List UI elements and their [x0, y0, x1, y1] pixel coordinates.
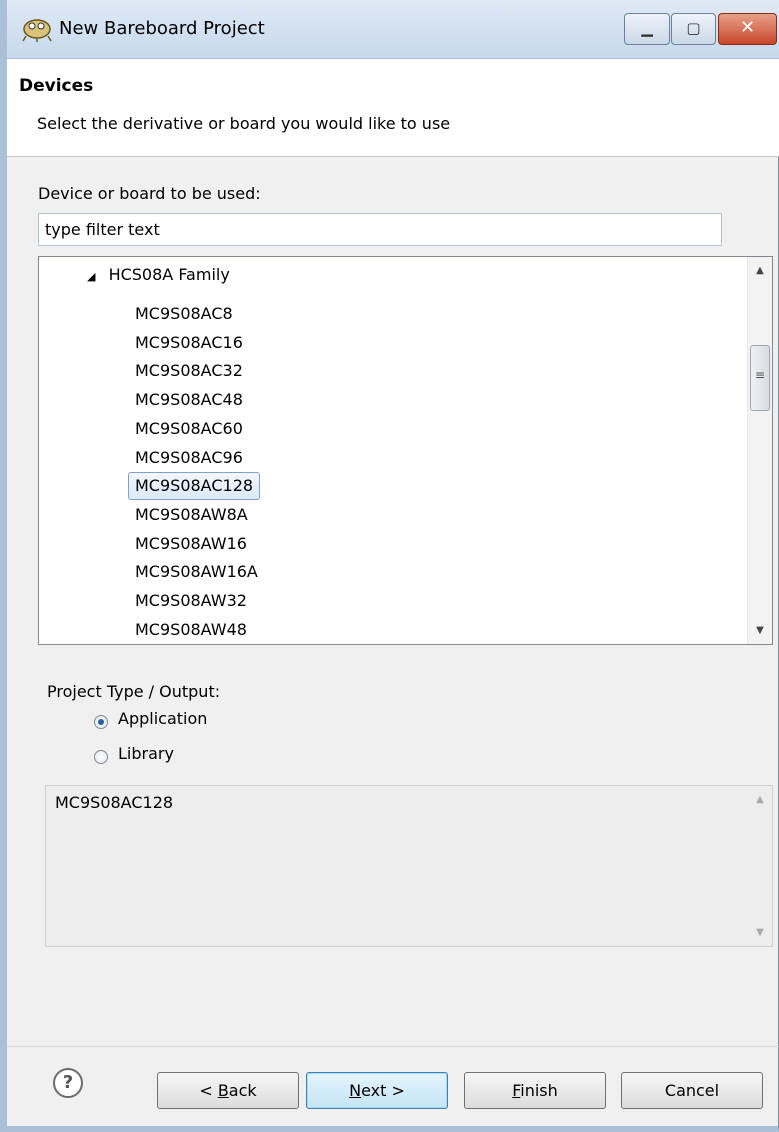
new-bareboard-project-dialog: New Bareboard Project ▁ ▢ ✕ Devices Sele…: [0, 0, 779, 1132]
back-mnemonic: B: [217, 1081, 229, 1100]
tree-item[interactable]: MC9S08AC48: [135, 386, 243, 414]
grip-icon: ≡: [754, 368, 766, 382]
description-scrollbar[interactable]: ▲ ▼: [748, 786, 772, 946]
help-icon[interactable]: ?: [53, 1068, 83, 1098]
tree-item[interactable]: MC9S08AC32: [135, 357, 243, 385]
device-tree[interactable]: ◢ HCS08A Family MC9S08AC8 MC9S08AC16 MC9S0…: [38, 256, 773, 645]
divider: [7, 1046, 779, 1047]
tree-item[interactable]: MC9S08AC16: [135, 329, 243, 357]
close-button[interactable]: ✕: [718, 13, 777, 45]
window-title: New Bareboard Project: [59, 18, 265, 39]
back-prefix: <: [199, 1081, 218, 1100]
filter-input[interactable]: [38, 213, 722, 246]
tree-family-label: HCS08A Family: [108, 265, 230, 284]
maximize-button[interactable]: ▢: [671, 13, 716, 45]
radio-application-label: Application: [118, 709, 208, 728]
page-title: Devices: [19, 76, 94, 96]
scroll-down-arrow-icon[interactable]: ▼: [748, 927, 772, 938]
next-button[interactable]: Next >: [306, 1072, 448, 1109]
device-description-text: MC9S08AC128: [55, 793, 174, 812]
tree-item[interactable]: MC9S08AW16A: [135, 558, 258, 586]
app-icon: [22, 19, 52, 42]
project-type-label: Project Type / Output:: [47, 682, 221, 701]
next-rest: ext >: [361, 1081, 405, 1100]
title-bar[interactable]: New Bareboard Project ▁ ▢ ✕: [7, 0, 779, 59]
finish-button[interactable]: Finish: [464, 1072, 606, 1109]
next-mnemonic: N: [349, 1081, 362, 1100]
wizard-header: Devices Select the derivative or board y…: [7, 59, 779, 157]
back-rest: ack: [228, 1081, 257, 1100]
tree-family-row[interactable]: ◢ HCS08A Family: [87, 261, 230, 289]
expand-triangle-icon[interactable]: ◢: [87, 270, 95, 283]
tree-item[interactable]: MC9S08AC128: [128, 472, 261, 501]
radio-library-label: Library: [118, 744, 174, 763]
device-label: Device or board to be used:: [38, 184, 261, 203]
finish-rest: inish: [520, 1081, 558, 1100]
tree-scrollbar[interactable]: ▲ ≡ ▼: [747, 257, 772, 644]
device-description-box[interactable]: MC9S08AC128 ▲ ▼: [45, 785, 773, 947]
minimize-button[interactable]: ▁: [624, 13, 670, 45]
tree-item[interactable]: MC9S08AW16: [135, 530, 247, 558]
scroll-down-arrow-icon[interactable]: ▼: [748, 625, 772, 636]
tree-item[interactable]: MC9S08AW48: [135, 616, 247, 644]
back-button[interactable]: < Back: [157, 1072, 299, 1109]
scroll-up-arrow-icon[interactable]: ▲: [748, 265, 772, 276]
tree-item[interactable]: MC9S08AC60: [135, 415, 243, 443]
minimize-icon: ▁: [641, 19, 653, 37]
close-icon: ✕: [739, 17, 756, 38]
page-description: Select the derivative or board you would…: [37, 114, 451, 133]
tree-item[interactable]: MC9S08AC96: [135, 444, 243, 472]
radio-button-checked[interactable]: [94, 715, 108, 729]
tree-item[interactable]: MC9S08AW32: [135, 587, 247, 615]
radio-button[interactable]: [94, 750, 108, 764]
cancel-button[interactable]: Cancel: [621, 1072, 763, 1109]
scroll-thumb[interactable]: ≡: [750, 345, 770, 411]
tree-item[interactable]: MC9S08AC8: [135, 300, 233, 328]
maximize-icon: ▢: [686, 19, 701, 37]
tree-item[interactable]: MC9S08AW8A: [135, 501, 248, 529]
scroll-up-arrow-icon[interactable]: ▲: [748, 794, 772, 805]
